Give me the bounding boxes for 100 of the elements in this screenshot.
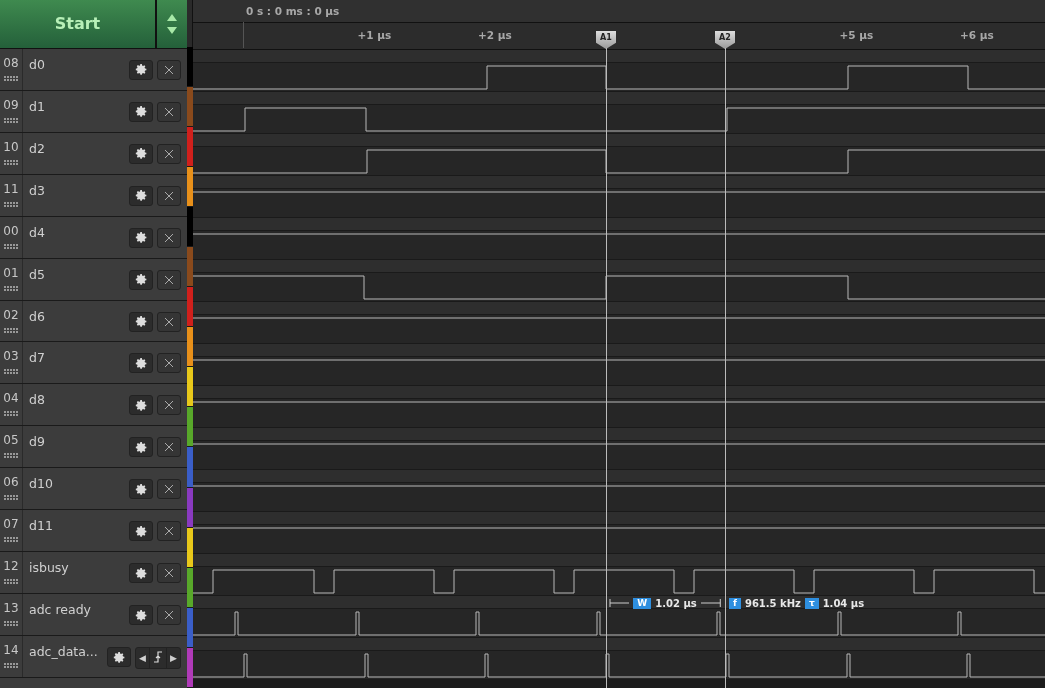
settings-button[interactable]: [129, 269, 153, 290]
drag-handle-icon[interactable]: [4, 201, 18, 207]
drag-handle-icon[interactable]: [4, 411, 18, 417]
close-icon: [164, 64, 174, 75]
close-button[interactable]: [157, 311, 181, 332]
time-tick-label: +2 µs: [478, 29, 512, 41]
up-triangle-icon: [167, 13, 177, 21]
drag-handle-icon[interactable]: [4, 495, 18, 501]
gear-icon: [134, 482, 148, 496]
settings-button[interactable]: [129, 353, 153, 374]
close-button[interactable]: [157, 521, 181, 542]
collapse-toggle-button[interactable]: [157, 0, 187, 48]
channel-number: 02: [3, 307, 19, 322]
channel-number: 11: [3, 181, 19, 196]
next-edge-button[interactable]: ▶: [167, 648, 180, 669]
settings-button[interactable]: [129, 185, 153, 206]
gear-icon: [134, 147, 148, 161]
close-button[interactable]: [157, 479, 181, 500]
drag-handle-icon[interactable]: [4, 453, 18, 459]
drag-handle-icon[interactable]: [4, 159, 18, 165]
channel-name: d7: [28, 349, 46, 368]
close-button[interactable]: [157, 353, 181, 374]
close-button[interactable]: [157, 143, 181, 164]
channel-name: isbusy: [28, 559, 70, 578]
channel-name: adc_data...: [28, 643, 99, 662]
close-icon: [164, 316, 174, 327]
gear-icon: [134, 273, 148, 287]
down-triangle-icon: [167, 26, 177, 34]
settings-button[interactable]: [129, 521, 153, 542]
edge-icon: [153, 651, 163, 664]
settings-button[interactable]: [129, 101, 153, 122]
channel-name: d5: [28, 265, 46, 284]
settings-button[interactable]: [129, 437, 153, 458]
channel-number: 08: [3, 55, 19, 70]
drag-handle-icon[interactable]: [4, 285, 18, 291]
width-badge: W: [633, 597, 652, 609]
gear-icon: [134, 315, 148, 329]
close-icon: [164, 610, 174, 621]
close-button[interactable]: [157, 185, 181, 206]
settings-button[interactable]: [129, 605, 153, 626]
gear-icon: [134, 398, 148, 412]
frequency-value: 961.5 kHz: [744, 597, 801, 609]
settings-button[interactable]: [129, 227, 153, 248]
close-icon: [164, 568, 174, 579]
drag-handle-icon[interactable]: [4, 243, 18, 249]
settings-button[interactable]: [129, 395, 153, 416]
drag-handle-icon[interactable]: [4, 579, 18, 585]
close-button[interactable]: [157, 563, 181, 584]
close-button[interactable]: [157, 269, 181, 290]
close-button[interactable]: [157, 437, 181, 458]
close-icon: [164, 190, 174, 201]
cursor-marker[interactable]: A2: [715, 31, 735, 49]
settings-button[interactable]: [129, 311, 153, 332]
channel-number: 04: [3, 391, 19, 406]
close-icon: [164, 484, 174, 495]
channel-name: d4: [28, 223, 46, 242]
channel-name: d1: [28, 97, 46, 116]
period-value: 1.04 µs: [822, 597, 865, 609]
close-button[interactable]: [157, 59, 181, 80]
settings-button[interactable]: [129, 143, 153, 164]
close-icon: [164, 148, 174, 159]
width-value: 1.02 µs: [655, 597, 697, 609]
gear-icon: [134, 189, 148, 203]
channel-number: 06: [3, 475, 19, 490]
gear-icon: [112, 650, 126, 664]
channel-name: d11: [28, 517, 54, 536]
drag-handle-icon[interactable]: [4, 327, 18, 333]
settings-button[interactable]: [129, 563, 153, 584]
close-button[interactable]: [157, 227, 181, 248]
settings-button[interactable]: [129, 479, 153, 500]
channel-name: d8: [28, 391, 46, 410]
drag-handle-icon[interactable]: [4, 621, 18, 627]
drag-handle-icon[interactable]: [4, 369, 18, 375]
close-button[interactable]: [157, 605, 181, 626]
settings-button[interactable]: [107, 647, 131, 668]
close-icon: [164, 400, 174, 411]
drag-handle-icon[interactable]: [4, 537, 18, 543]
time-tick-label: +1 µs: [357, 29, 392, 41]
start-button[interactable]: Start: [0, 0, 155, 48]
close-button[interactable]: [157, 395, 181, 416]
drag-handle-icon[interactable]: [4, 117, 18, 123]
settings-button[interactable]: [129, 59, 153, 80]
channel-name: d3: [28, 181, 46, 200]
gear-icon: [134, 440, 148, 454]
close-icon: [164, 274, 174, 285]
time-tick-label: +5 µs: [839, 29, 874, 41]
frequency-badge: f: [729, 597, 741, 609]
channel-number: 10: [3, 139, 19, 154]
close-icon: [164, 358, 174, 369]
close-icon: [164, 232, 174, 243]
time-readout: 0 s : 0 ms : 0 µs: [246, 5, 340, 17]
close-button[interactable]: [157, 101, 181, 122]
previous-edge-button[interactable]: ◀: [136, 648, 150, 669]
gear-icon: [134, 524, 148, 538]
channel-number: 01: [3, 265, 19, 280]
close-icon: [164, 442, 174, 453]
cursor-marker[interactable]: A1: [596, 31, 616, 49]
drag-handle-icon[interactable]: [4, 663, 18, 669]
drag-handle-icon[interactable]: [4, 75, 18, 81]
period-badge: τ: [804, 597, 819, 609]
